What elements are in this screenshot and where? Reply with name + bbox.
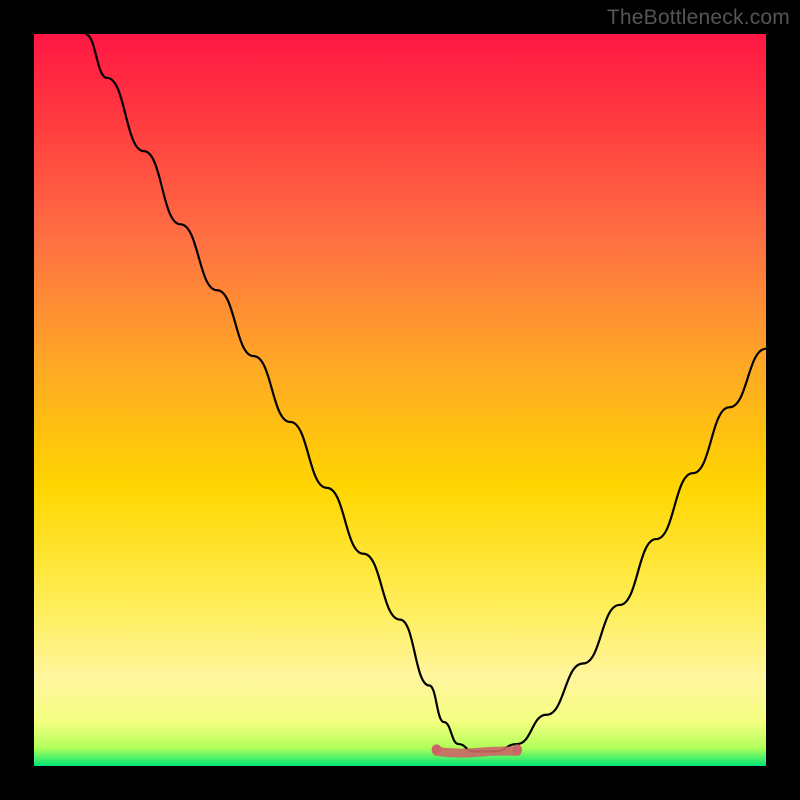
plot-area (34, 34, 766, 766)
chart-frame: TheBottleneck.com (0, 0, 800, 800)
plot-svg (34, 34, 766, 766)
gradient-background (34, 34, 766, 766)
watermark-label: TheBottleneck.com (607, 6, 790, 30)
